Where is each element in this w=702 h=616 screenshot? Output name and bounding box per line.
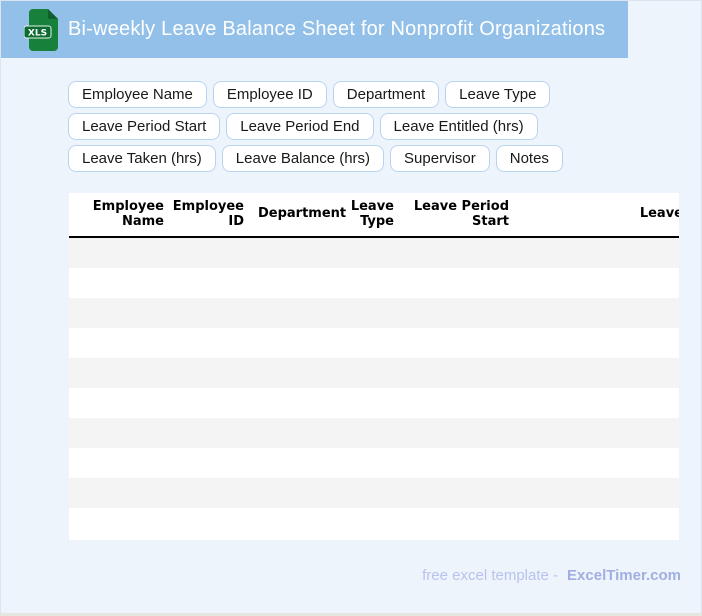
- chip-supervisor[interactable]: Supervisor: [390, 145, 490, 172]
- column-header-leave-period-start: Leave Period Start: [413, 198, 509, 229]
- column-header-employee-name: Employee Name: [92, 198, 164, 229]
- table-body: [69, 238, 679, 538]
- table-header-row: Employee Name Employee ID Department Leave …: [69, 193, 679, 238]
- chip-leave-entitled-hrs[interactable]: Leave Entitled (hrs): [379, 113, 538, 140]
- leave-balance-table: Employee Name Employee ID Department Leave …: [69, 193, 679, 540]
- table-row: [69, 358, 679, 388]
- page-title: Bi-weekly Leave Balance Sheet for Nonpro…: [68, 18, 606, 40]
- footer-brand-link[interactable]: ExcelTimer.com: [567, 567, 681, 584]
- chip-department[interactable]: Department: [332, 81, 440, 108]
- titlebar: XLS Bi-weekly Leave Balance Sheet for No…: [1, 1, 628, 58]
- chip-employee-id[interactable]: Employee ID: [212, 81, 327, 108]
- chip-employee-name[interactable]: Employee Name: [68, 81, 207, 108]
- column-chip-list: Employee Name Employee ID Department Leave …: [68, 81, 660, 172]
- chip-leave-balance-hrs[interactable]: Leave Balance (hrs): [221, 145, 385, 172]
- chip-leave-period-start[interactable]: Leave Period Start: [68, 113, 221, 140]
- xls-badge-label: XLS: [28, 28, 47, 38]
- chip-leave-type[interactable]: Leave Type: [445, 81, 551, 108]
- table-row: [69, 418, 679, 448]
- chip-leave-period-end[interactable]: Leave Period End: [226, 113, 374, 140]
- table-row: [69, 448, 679, 478]
- chip-notes[interactable]: Notes: [495, 145, 563, 172]
- column-header-leave: Leave: [639, 206, 679, 222]
- page: XLS Bi-weekly Leave Balance Sheet for No…: [0, 0, 702, 616]
- column-header-employee-id: Employee ID: [172, 198, 244, 229]
- table-row: [69, 478, 679, 508]
- xls-file-icon: XLS: [24, 8, 58, 51]
- table-row: [69, 388, 679, 418]
- footer: free excel template - ExcelTimer.com: [422, 567, 681, 584]
- table-row: [69, 238, 679, 268]
- chip-leave-taken-hrs[interactable]: Leave Taken (hrs): [68, 145, 216, 172]
- column-header-department: Department: [258, 206, 347, 222]
- table-row: [69, 508, 679, 538]
- table-row: [69, 328, 679, 358]
- footer-note: free excel template -: [422, 567, 559, 584]
- table-row: [69, 298, 679, 328]
- column-header-leave-type: Leave Type: [350, 198, 394, 229]
- file-fold: [48, 8, 58, 19]
- table-row: [69, 268, 679, 298]
